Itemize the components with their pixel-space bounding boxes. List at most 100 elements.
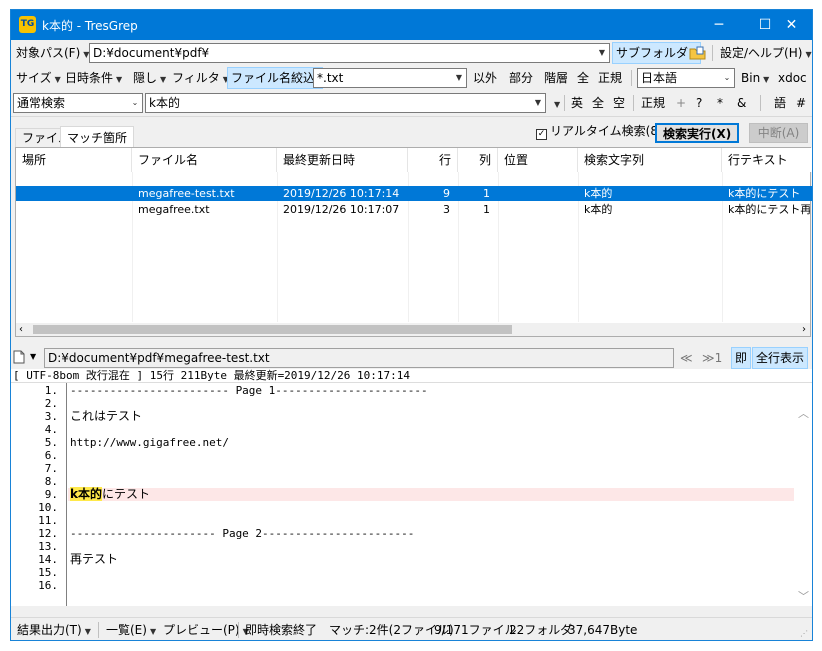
exclude-toggle[interactable]: 以外 <box>470 67 500 89</box>
next-match-button[interactable]: ≫1 <box>699 347 725 369</box>
search-options-menu[interactable]: ▼ <box>548 92 563 114</box>
target-path-input[interactable]: D:¥document¥pdf¥ ▼ <box>89 43 610 63</box>
column-modified[interactable]: 最終更新日時 <box>277 148 408 172</box>
text-line <box>68 449 794 462</box>
word-toggle[interactable]: 語 <box>771 92 789 114</box>
question-toggle[interactable]: ? <box>693 92 705 114</box>
full-view-toggle[interactable]: 全行表示 <box>752 347 809 369</box>
filter-menu[interactable]: フィルタ ▼ <box>169 67 232 89</box>
plus-toggle[interactable]: + <box>673 92 689 114</box>
horizontal-scrollbar[interactable]: ‹ › <box>16 323 810 336</box>
preview-menu[interactable]: プレビュー(P) ▼ <box>163 622 249 638</box>
stop-button[interactable]: 中断(A) <box>749 123 808 143</box>
folder-icon[interactable] <box>689 45 707 61</box>
line-number: 15. <box>38 566 58 579</box>
export-results-menu[interactable]: 結果出力(T) ▼ <box>17 622 91 638</box>
app-window: TG k本的 - TresGrep ─ ☐ ✕ 対象パス(F) ▼ D:¥docu… <box>10 9 813 641</box>
document-icon[interactable] <box>13 350 25 364</box>
bin-menu[interactable]: Bin ▼ <box>738 67 772 89</box>
line-number: 8. <box>44 475 58 488</box>
space-toggle[interactable]: 空 <box>610 92 628 114</box>
match-highlight: k本的 <box>70 487 102 501</box>
app-icon: TG <box>19 16 36 33</box>
date-condition-menu[interactable]: 日時条件 ▼ <box>62 67 125 89</box>
chevron-down-icon[interactable]: ⌄ <box>720 69 734 87</box>
tab-matches[interactable]: マッチ箇所 <box>60 126 135 148</box>
text-line <box>68 462 794 475</box>
encoding-select[interactable]: 日本語 ⌄ <box>637 68 735 88</box>
table-row[interactable]: megafree.txt 2019/12/26 10:17:07 3 1 k本的… <box>16 202 812 217</box>
full-width-toggle[interactable]: 全 <box>589 92 607 114</box>
text-viewer[interactable]: 1. 2. 3. 4. 5. 6. 7. 8. 9. 10. 11. 12. 1… <box>11 383 812 606</box>
alpha-toggle[interactable]: 英 <box>568 92 586 114</box>
chevron-right-icon[interactable]: › <box>802 323 806 336</box>
line-number: 5. <box>44 436 58 449</box>
column-col[interactable]: 列 <box>458 148 498 172</box>
text-line <box>68 566 794 579</box>
chevron-down-icon[interactable]: ▼ <box>452 69 466 87</box>
line-number: 11. <box>38 514 58 527</box>
column-filename[interactable]: ファイル名 <box>132 148 277 172</box>
size-menu[interactable]: サイズ ▼ <box>13 67 64 89</box>
filename-filter-input[interactable]: *.txt ▼ <box>313 68 467 88</box>
chevron-down-icon[interactable]: ▼ <box>30 352 36 361</box>
table-row[interactable]: megafree-test.txt 2019/12/26 10:17:14 9 … <box>16 186 812 201</box>
prev-match-button[interactable]: ≪ <box>677 347 696 369</box>
hierarchy-toggle[interactable]: 階層 <box>541 67 571 89</box>
line-number: 14. <box>38 553 58 566</box>
target-path-menu[interactable]: 対象パス(F) ▼ <box>13 42 92 64</box>
cell-col: 1 <box>483 187 490 200</box>
column-location[interactable]: 場所 <box>16 148 132 172</box>
list-header: 場所 ファイル名 最終更新日時 行 列 位置 検索文字列 行テキスト <box>16 148 812 172</box>
file-info-line: [ UTF-8bom 改行混在 ] 15行 211Byte 最終更新=2019/… <box>11 369 812 383</box>
instant-toggle[interactable]: 即 <box>731 347 752 369</box>
close-button[interactable]: ✕ <box>771 10 812 40</box>
scroll-thumb[interactable] <box>33 325 512 334</box>
title-bar[interactable]: TG k本的 - TresGrep ─ ☐ ✕ <box>11 10 812 40</box>
text-line <box>68 579 794 592</box>
search-mode-select[interactable]: 通常検索 ⌄ <box>13 93 143 113</box>
settings-help-menu[interactable]: 設定/ヘルプ(H) ▼ <box>717 42 812 64</box>
search-input[interactable]: k本的 ▼ <box>145 93 546 113</box>
separator <box>712 45 713 61</box>
partial-toggle[interactable]: 部分 <box>506 67 536 89</box>
chevron-down-icon: ▼ <box>554 100 561 109</box>
vertical-scrollbar[interactable]: ︿ ﹀ <box>795 383 812 606</box>
search-state: 即時検索終了 <box>245 623 318 637</box>
all-toggle[interactable]: 全 <box>574 67 592 89</box>
cell-location <box>16 186 132 201</box>
regex-toggle[interactable]: 正規 <box>595 67 625 89</box>
hash-toggle[interactable]: # <box>793 92 809 114</box>
resize-grip-icon[interactable]: ⋰ <box>800 629 810 639</box>
column-search-string[interactable]: 検索文字列 <box>578 148 722 172</box>
cell-location <box>16 202 132 217</box>
minimize-button[interactable]: ─ <box>696 10 742 40</box>
list-menu[interactable]: 一覧(E) ▼ <box>106 622 156 638</box>
viewer-path-field[interactable]: D:¥document¥pdf¥megafree-test.txt <box>44 348 674 368</box>
toolbar-search: 通常検索 ⌄ k本的 ▼ ▼ 英 全 空 正規 + ? * & 語 # <box>11 91 812 115</box>
chevron-down-icon: ▼ <box>54 75 61 84</box>
filename-filter-button[interactable]: ファイル名絞込: <box>227 67 324 89</box>
regex-search-toggle[interactable]: 正規 <box>638 92 668 114</box>
hidden-menu[interactable]: 隠し ▼ <box>130 67 169 89</box>
chevron-left-icon[interactable]: ‹ <box>19 323 23 336</box>
chevron-down-icon[interactable]: ▼ <box>531 94 545 112</box>
line-number: 16. <box>38 579 58 592</box>
chevron-down-icon[interactable]: ⌄ <box>128 94 142 112</box>
column-line[interactable]: 行 <box>408 148 458 172</box>
line-number: 7. <box>44 462 58 475</box>
chevron-down-icon[interactable]: ﹀ <box>798 588 809 604</box>
chevron-down-icon[interactable]: ▼ <box>595 44 609 62</box>
xdoc-toggle[interactable]: xdoc <box>775 67 810 89</box>
realtime-search-checkbox[interactable]: ✓ リアルタイム検索(8) <box>536 123 663 140</box>
execute-search-button[interactable]: 検索実行(X) <box>655 123 740 143</box>
subfolder-button[interactable]: サブフォルダ▼ <box>612 42 702 64</box>
asterisk-toggle[interactable]: * <box>714 92 726 114</box>
column-line-text[interactable]: 行テキスト <box>722 148 812 172</box>
chevron-up-icon[interactable]: ︿ <box>798 405 809 421</box>
separator <box>760 95 761 111</box>
ampersand-toggle[interactable]: & <box>734 92 749 114</box>
column-position[interactable]: 位置 <box>498 148 578 172</box>
chevron-down-icon: ▼ <box>763 75 770 84</box>
line-number: 13. <box>38 540 58 553</box>
